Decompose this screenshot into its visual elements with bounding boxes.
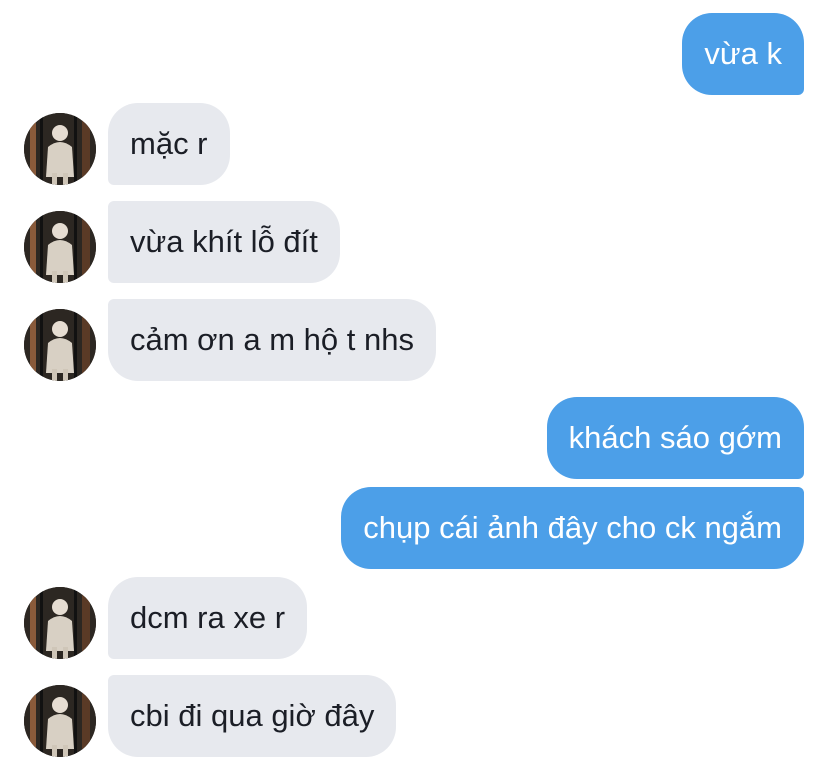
contact-avatar[interactable]	[24, 587, 96, 659]
avatar-photo-icon	[24, 685, 96, 757]
incoming-message-bubble[interactable]: cbi đi qua giờ đây	[108, 675, 397, 757]
incoming-message-bubble[interactable]: cảm ơn a m hộ t nhs	[108, 299, 436, 381]
incoming-message-bubble[interactable]: vừa khít lỗ đít	[108, 201, 340, 283]
avatar-photo-icon	[24, 587, 96, 659]
contact-avatar[interactable]	[24, 113, 96, 185]
contact-avatar[interactable]	[24, 309, 96, 381]
outgoing-message-bubble[interactable]: vừa k	[682, 13, 804, 95]
incoming-message-bubble[interactable]: dcm ra xe r	[108, 577, 308, 659]
contact-avatar[interactable]	[24, 685, 96, 757]
outgoing-message-bubble[interactable]: khách sáo gớm	[546, 397, 804, 479]
avatar-photo-icon	[24, 113, 96, 185]
contact-avatar[interactable]	[24, 211, 96, 283]
incoming-message-bubble[interactable]: mặc r	[108, 103, 230, 185]
avatar-photo-icon	[24, 309, 96, 381]
avatar-photo-icon	[24, 211, 96, 283]
outgoing-message-bubble[interactable]: chụp cái ảnh đây cho ck ngắm	[341, 487, 804, 569]
